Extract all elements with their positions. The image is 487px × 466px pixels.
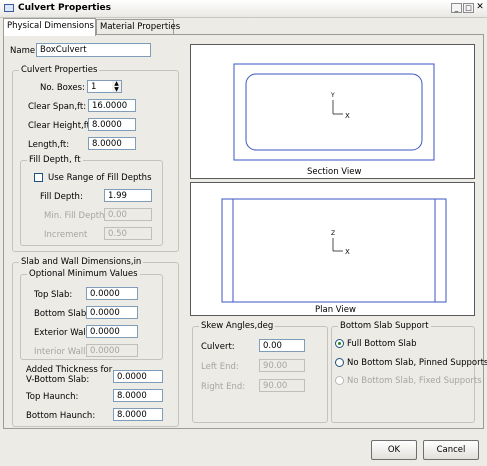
- fill-depth-input[interactable]: 1.99: [104, 189, 152, 202]
- length-input[interactable]: 8.0000: [88, 137, 136, 150]
- section-view-drawing: [233, 63, 435, 161]
- use-range-label: Use Range of Fill Depths: [48, 173, 152, 183]
- section-view-panel[interactable]: Y X Section View: [190, 44, 475, 179]
- increment-input[interactable]: 0.50: [104, 227, 152, 240]
- top-slab-label: Top Slab:: [34, 290, 73, 300]
- exterior-wall-input[interactable]: 0.0000: [86, 325, 138, 338]
- culvert-properties-window: Culvert Properties _ □ ✕ Physical Dimens…: [0, 0, 487, 466]
- plan-view-panel[interactable]: Z X Plan View: [190, 182, 475, 316]
- section-axis-x-label: X: [345, 112, 350, 120]
- tab-material-properties[interactable]: Material Properties: [96, 19, 180, 35]
- interior-wall-input[interactable]: 0.0000: [86, 344, 138, 357]
- title-bar: Culvert Properties _ □ ✕: [0, 0, 487, 18]
- no-boxes-input[interactable]: 1: [87, 80, 113, 93]
- window-icon: [4, 4, 14, 12]
- fill-depth-title: Fill Depth, ft: [27, 155, 83, 165]
- tab-physical-dimensions[interactable]: Physical Dimensions: [3, 18, 96, 36]
- exterior-wall-label: Exterior Wall:: [34, 328, 91, 338]
- bottom-haunch-label: Bottom Haunch:: [26, 411, 96, 421]
- radio-pinned-supports[interactable]: [335, 358, 344, 367]
- clear-height-label: Clear Height,ft:: [28, 121, 93, 131]
- top-slab-input[interactable]: 0.0000: [86, 287, 138, 300]
- use-range-checkbox[interactable]: [34, 173, 43, 182]
- plan-axis-x-label: X: [345, 248, 350, 256]
- added-thickness-label-line2: V-Bottom Slab:: [26, 375, 90, 385]
- min-fill-depth-input[interactable]: 0.00: [104, 208, 152, 221]
- plan-axis-z-label: Z: [331, 230, 336, 237]
- fill-depth-label: Fill Depth:: [40, 192, 83, 202]
- min-fill-depth-label: Min. Fill Depth: [44, 211, 105, 221]
- section-view-caption: Section View: [307, 167, 362, 177]
- plan-view-caption: Plan View: [315, 305, 356, 315]
- length-label: Length,ft:: [28, 140, 70, 150]
- clear-span-label: Clear Span,ft:: [28, 102, 87, 112]
- slab-wall-title: Slab and Wall Dimensions,in: [19, 257, 144, 267]
- skew-culvert-input[interactable]: 0.00: [259, 339, 305, 352]
- plan-view-drawing: [221, 198, 447, 303]
- fixed-supports-label: No Bottom Slab, Fixed Supports: [347, 376, 482, 386]
- clear-height-input[interactable]: 8.0000: [88, 118, 136, 131]
- culvert-properties-title: Culvert Properties: [19, 65, 100, 75]
- skew-left-end-input[interactable]: 90.00: [259, 359, 305, 372]
- bottom-haunch-input[interactable]: 8.0000: [113, 408, 163, 421]
- culvert-inner-outline: [245, 73, 423, 151]
- close-icon[interactable]: ✕: [475, 3, 485, 13]
- top-haunch-label: Top Haunch:: [26, 392, 79, 402]
- bottom-slab-label: Bottom Slab:: [34, 309, 90, 319]
- skew-left-end-label: Left End:: [201, 362, 239, 372]
- no-boxes-spinner[interactable]: ▲ ▼: [112, 80, 122, 93]
- skew-angles-title: Skew Angles,deg: [199, 321, 276, 331]
- optional-minimum-title: Optional Minimum Values: [27, 269, 140, 279]
- skew-right-end-label: Right End:: [201, 382, 246, 392]
- skew-right-end-input[interactable]: 90.00: [259, 379, 305, 392]
- window-title: Culvert Properties: [18, 3, 111, 13]
- culvert-outer-outline: [233, 63, 435, 161]
- section-axis-y-label: Y: [331, 92, 335, 99]
- top-haunch-input[interactable]: 8.0000: [113, 389, 163, 402]
- skew-culvert-label: Culvert:: [201, 342, 235, 352]
- radio-fixed-supports[interactable]: [335, 376, 344, 385]
- plan-outer-outline: [221, 198, 447, 303]
- clear-span-input[interactable]: 16.0000: [88, 99, 136, 112]
- full-bottom-slab-label: Full Bottom Slab: [347, 339, 417, 349]
- added-thickness-input[interactable]: 0.0000: [113, 370, 163, 383]
- name-input[interactable]: BoxCulvert: [36, 43, 151, 57]
- radio-full-bottom-slab[interactable]: [335, 339, 344, 348]
- pinned-supports-label: No Bottom Slab, Pinned Supports: [347, 358, 487, 368]
- interior-wall-label: Interior Wall:: [34, 347, 89, 357]
- bottom-slab-support-title: Bottom Slab Support: [338, 321, 431, 331]
- minimize-icon[interactable]: _: [451, 3, 462, 13]
- no-boxes-label: No. Boxes:: [40, 83, 85, 93]
- added-thickness-label-line1: Added Thickness for: [26, 365, 113, 375]
- maximize-icon[interactable]: □: [463, 3, 474, 13]
- ok-button[interactable]: OK: [371, 440, 417, 460]
- bottom-slab-input[interactable]: 0.0000: [86, 306, 138, 319]
- name-label: Name:: [10, 46, 38, 56]
- increment-label: Increment: [44, 230, 88, 240]
- cancel-button[interactable]: Cancel: [423, 440, 479, 460]
